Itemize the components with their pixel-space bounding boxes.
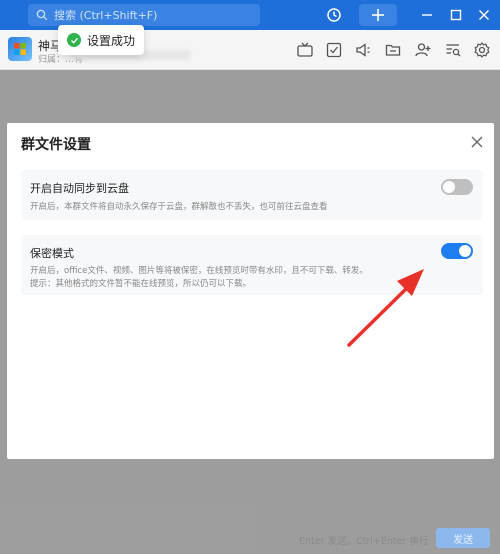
search-record-icon[interactable] (444, 41, 462, 59)
close-icon[interactable] (474, 5, 494, 25)
secret-mode-panel: 保密模式 开启后，office文件、视频、图片等将被保密，在线预览时带有水印，且… (21, 235, 483, 295)
secret-mode-description: 开启后，office文件、视频、图片等将被保密，在线预览时带有水印，且不可下载、… (30, 266, 368, 276)
group-avatar[interactable] (8, 37, 32, 61)
settings-gear-icon[interactable] (473, 41, 491, 59)
task-check-icon[interactable] (325, 41, 343, 59)
success-toast: 设置成功 (58, 25, 144, 55)
folder-icon[interactable] (384, 41, 402, 59)
add-button[interactable] (359, 4, 397, 26)
dialog-close-icon[interactable] (470, 135, 484, 149)
auto-sync-description: 开启后，本群文件将自动永久保存于云盘，群解散也不丢失，也可前往云盘查看 (30, 202, 328, 212)
toggle-knob (459, 245, 471, 257)
dialog-title: 群文件设置 (21, 137, 91, 153)
success-check-icon (67, 33, 81, 47)
search-icon (36, 9, 48, 21)
search-placeholder: 搜索 (Ctrl+Shift+F) (54, 9, 158, 22)
windows-logo-icon (14, 43, 26, 55)
search-box[interactable]: 搜索 (Ctrl+Shift+F) (28, 4, 260, 26)
secret-mode-tip: 提示：其他格式的文件暂不能在线预览，所以仍可以下载。 (30, 279, 252, 289)
plus-icon (372, 9, 384, 21)
send-button[interactable]: 发送 (436, 528, 490, 548)
group-file-settings-dialog: 群文件设置 开启自动同步到云盘 开启后，本群文件将自动永久保存于云盘，群解散也不… (7, 123, 494, 459)
tv-icon[interactable] (296, 41, 314, 59)
history-icon[interactable] (324, 5, 344, 25)
auto-sync-panel: 开启自动同步到云盘 开启后，本群文件将自动永久保存于云盘，群解散也不丢失，也可前… (21, 170, 483, 220)
maximize-icon[interactable] (446, 5, 466, 25)
secret-mode-toggle[interactable] (441, 243, 473, 259)
secret-mode-title: 保密模式 (30, 247, 74, 260)
send-shortcut-hint: Enter 发送，Ctrl+Enter 换行 (299, 536, 429, 547)
add-member-icon[interactable] (414, 41, 432, 59)
toggle-knob (443, 181, 455, 193)
announcement-icon[interactable] (354, 41, 372, 59)
auto-sync-title: 开启自动同步到云盘 (30, 182, 129, 195)
auto-sync-toggle[interactable] (441, 179, 473, 195)
minimize-icon[interactable] (417, 5, 437, 25)
toast-message: 设置成功 (87, 33, 136, 48)
